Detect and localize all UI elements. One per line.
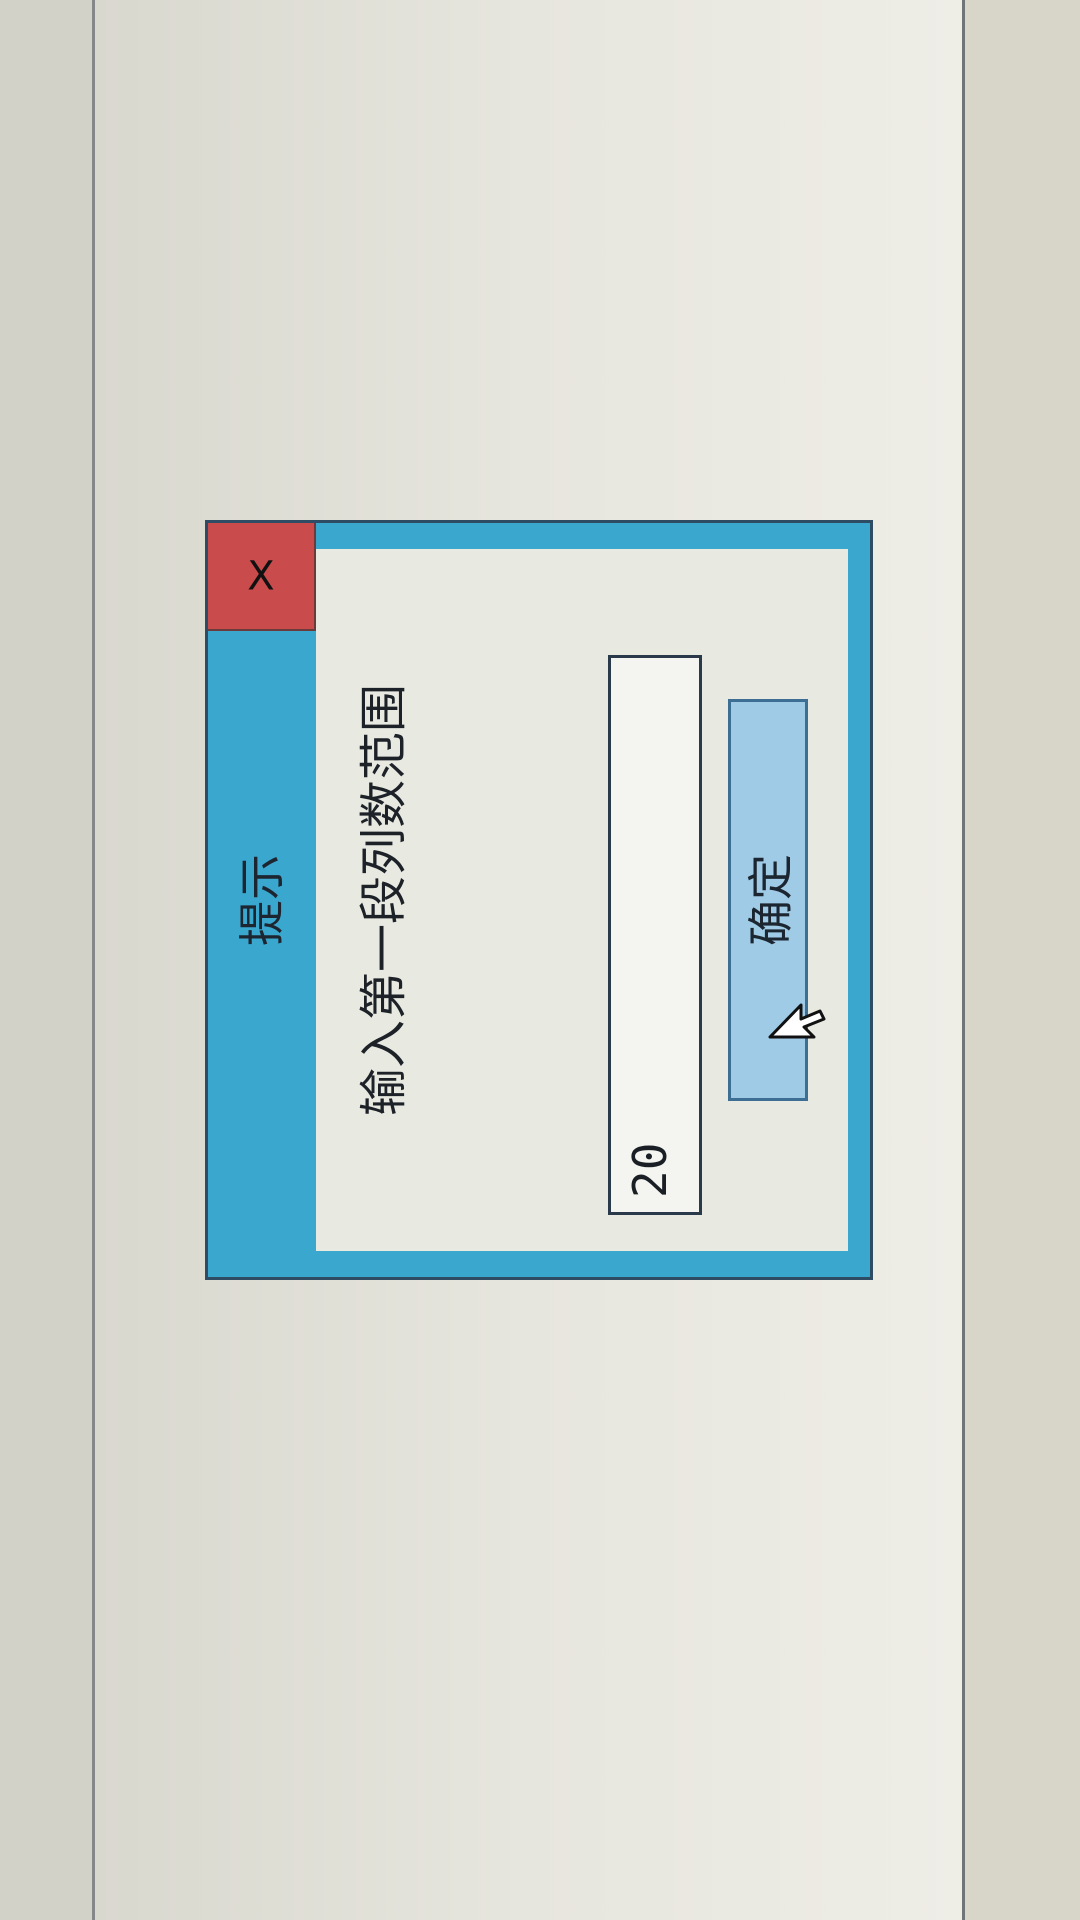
left-panel (0, 0, 95, 1920)
dialog-titlebar[interactable]: 提示 X (208, 523, 316, 1277)
close-icon: X (247, 553, 275, 599)
dialog-body: 输入第一段列数范围 20 确定 (316, 549, 848, 1251)
dialog-title: 提示 (235, 854, 289, 946)
mouse-cursor-icon (768, 1003, 826, 1039)
close-button[interactable]: X (208, 523, 316, 631)
prompt-label: 输入第一段列数范围 (356, 684, 412, 1117)
dialog-container: 提示 X 输入第一段列数范围 20 确定 (205, 520, 873, 1280)
right-panel (965, 0, 1080, 1920)
value-input[interactable]: 20 (608, 655, 702, 1215)
prompt-dialog: 提示 X 输入第一段列数范围 20 确定 (205, 520, 873, 1280)
